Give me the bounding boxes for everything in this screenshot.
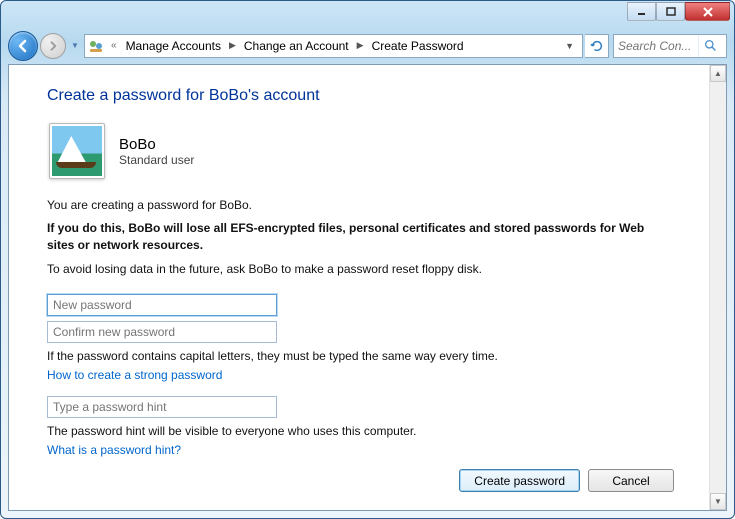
chevron-right-icon: ▶	[356, 40, 365, 51]
arrow-left-icon	[15, 38, 31, 54]
content-body: Create a password for BoBo's account BoB…	[9, 65, 708, 510]
new-password-input[interactable]	[47, 294, 277, 316]
page-title: Create a password for BoBo's account	[47, 87, 670, 105]
titlebar	[1, 1, 734, 29]
scroll-down-button[interactable]: ▼	[710, 493, 726, 510]
refresh-button[interactable]	[585, 34, 609, 58]
search-box[interactable]	[613, 34, 727, 58]
account-type: Standard user	[119, 153, 194, 167]
cancel-button[interactable]: Cancel	[588, 469, 674, 492]
arrow-right-icon	[47, 40, 59, 52]
history-dropdown[interactable]: ▼	[68, 33, 82, 59]
address-dropdown[interactable]: ▼	[559, 41, 580, 51]
confirm-password-input[interactable]	[47, 321, 277, 343]
back-button[interactable]	[8, 31, 38, 61]
navigation-bar: ▼ « Manage Accounts ▶ Change an Account …	[8, 29, 727, 62]
refresh-icon	[590, 39, 604, 53]
search-input[interactable]	[614, 39, 698, 53]
breadcrumb-create-password[interactable]: Create Password	[369, 37, 467, 55]
breadcrumb-change-account[interactable]: Change an Account	[241, 37, 352, 55]
control-panel-icon	[87, 37, 105, 55]
password-hint-input[interactable]	[47, 396, 277, 418]
scroll-track[interactable]	[710, 82, 726, 493]
breadcrumb-manage-accounts[interactable]: Manage Accounts	[123, 37, 224, 55]
window-controls	[627, 2, 730, 21]
caps-note: If the password contains capital letters…	[47, 348, 670, 365]
intro-text: You are creating a password for BoBo.	[47, 197, 670, 214]
advice-text: To avoid losing data in the future, ask …	[47, 261, 670, 278]
account-name: BoBo	[119, 136, 194, 153]
hint-note: The password hint will be visible to eve…	[47, 423, 670, 440]
scroll-up-button[interactable]: ▲	[710, 65, 726, 82]
forward-button[interactable]	[40, 33, 66, 59]
warning-text: If you do this, BoBo will lose all EFS-e…	[47, 220, 670, 254]
user-tile: BoBo Standard user	[49, 123, 670, 179]
window-frame: ▼ « Manage Accounts ▶ Change an Account …	[0, 0, 735, 519]
chevron-right-icon: ▶	[228, 40, 237, 51]
chevron-left-icon: «	[109, 40, 119, 51]
sailboat-icon	[52, 126, 102, 176]
address-bar[interactable]: « Manage Accounts ▶ Change an Account ▶ …	[84, 34, 583, 58]
content-pane: Create a password for BoBo's account BoB…	[8, 64, 727, 511]
search-icon[interactable]	[698, 35, 722, 57]
maximize-button[interactable]	[656, 2, 685, 21]
minimize-button[interactable]	[627, 2, 656, 21]
strong-password-link[interactable]: How to create a strong password	[47, 368, 222, 382]
action-buttons: Create password Cancel	[459, 469, 674, 492]
close-button[interactable]	[685, 2, 730, 21]
avatar	[49, 123, 105, 179]
create-password-button[interactable]: Create password	[459, 469, 580, 492]
vertical-scrollbar[interactable]: ▲ ▼	[709, 65, 726, 510]
password-hint-link[interactable]: What is a password hint?	[47, 443, 181, 457]
